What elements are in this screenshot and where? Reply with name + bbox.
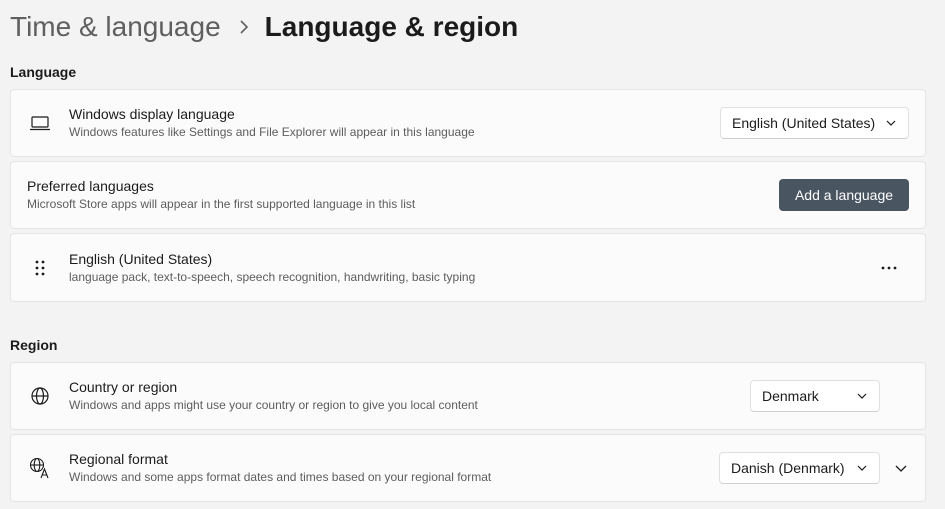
regional-format-value: Danish (Denmark) (731, 460, 845, 476)
breadcrumb: Time & language Language & region (10, 6, 518, 48)
country-region-value: Denmark (762, 388, 819, 404)
expand-chevron-icon[interactable] (889, 456, 913, 480)
chevron-down-icon (857, 465, 867, 471)
country-region-card: Country or region Windows and apps might… (10, 362, 926, 430)
preferred-languages-card: Preferred languages Microsoft Store apps… (10, 161, 926, 229)
chevron-right-icon (239, 20, 249, 34)
add-language-button[interactable]: Add a language (779, 179, 909, 211)
regional-format-description: Windows and some apps format dates and t… (69, 470, 492, 484)
display-language-dropdown[interactable]: English (United States) (720, 107, 909, 139)
chevron-down-icon (857, 393, 867, 399)
more-options-icon[interactable] (873, 252, 905, 284)
preferred-languages-title: Preferred languages (27, 178, 154, 194)
country-region-dropdown[interactable]: Denmark (750, 380, 880, 412)
display-language-value: English (United States) (732, 115, 876, 131)
globe-icon (29, 385, 51, 407)
section-title-language: Language (10, 64, 77, 80)
laptop-icon (29, 112, 51, 134)
chevron-down-icon (886, 120, 896, 126)
section-title-region: Region (10, 337, 58, 353)
display-language-description: Windows features like Settings and File … (69, 125, 475, 139)
regional-format-title: Regional format (69, 451, 168, 467)
country-region-description: Windows and apps might use your country … (69, 398, 478, 412)
regional-format-card[interactable]: Regional format Windows and some apps fo… (10, 434, 926, 502)
page-title: Language & region (264, 11, 519, 42)
regional-format-dropdown[interactable]: Danish (Denmark) (719, 452, 880, 484)
regional-format-icon (29, 457, 51, 479)
drag-handle-icon[interactable] (29, 257, 51, 279)
language-list-item[interactable]: English (United States) language pack, t… (10, 233, 926, 302)
windows-display-language-card: Windows display language Windows feature… (10, 89, 926, 157)
language-item-features: language pack, text-to-speech, speech re… (69, 269, 476, 284)
display-language-title: Windows display language (69, 106, 235, 122)
preferred-languages-description: Microsoft Store apps will appear in the … (27, 197, 416, 211)
country-region-title: Country or region (69, 379, 178, 395)
language-item-title: English (United States) (69, 250, 213, 267)
breadcrumb-parent[interactable]: Time & language (10, 11, 221, 43)
